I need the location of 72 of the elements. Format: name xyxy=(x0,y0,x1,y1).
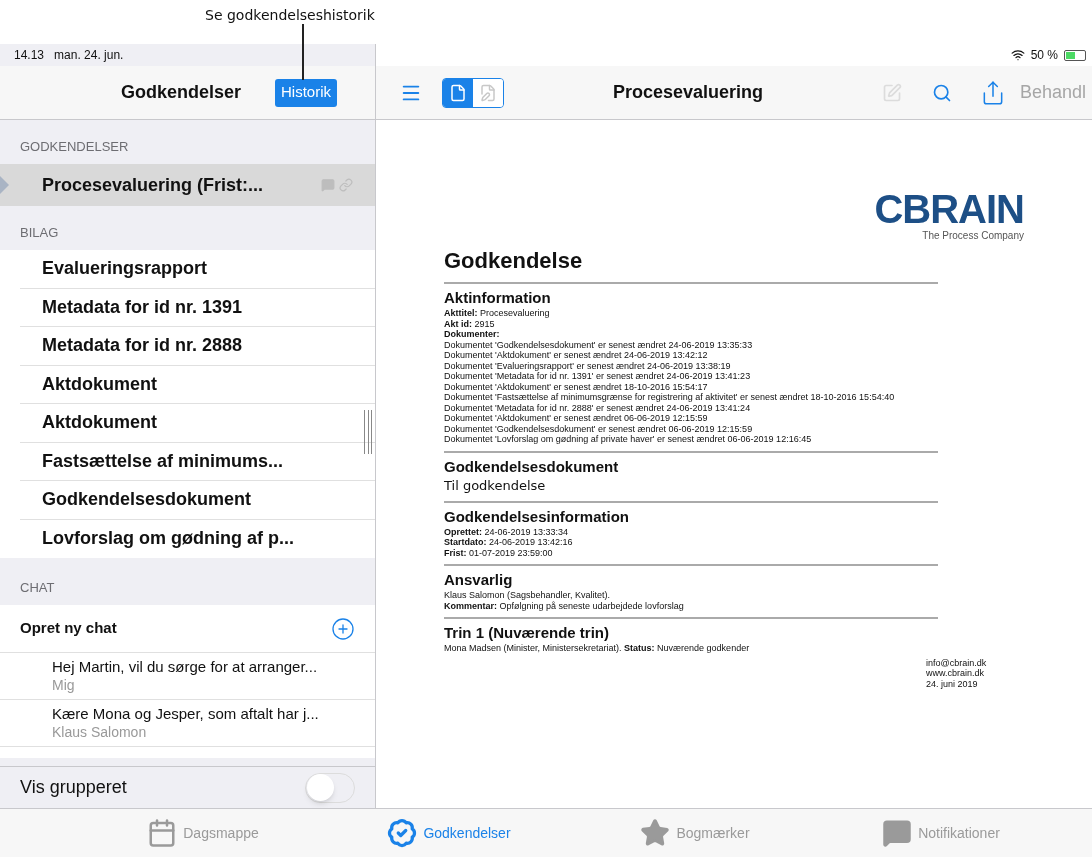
document-line: Oprettet: 24-06-2019 13:33:34 xyxy=(444,526,570,537)
document-line: Dokumentet 'Metadata for id nr. 2888' er senest ændret 24-06-2019 13:41:24 xyxy=(444,402,752,413)
attachment-item[interactable]: Aktdokument xyxy=(20,404,375,443)
search-icon[interactable] xyxy=(931,82,952,103)
chat-item[interactable]: Kære Mona og Jesper, som aftalt har j... Klaus Salomon xyxy=(0,700,375,747)
document-line: Frist: 01-07-2019 23:59:00 xyxy=(444,547,554,558)
section-heading: Godkendelsesdokument xyxy=(444,456,620,477)
document-line: Kommentar: Opfølgning på seneste udarbejdede lovforslag xyxy=(444,600,685,611)
link-icon xyxy=(339,178,353,192)
section-header: CHAT xyxy=(20,578,55,597)
chat-item[interactable]: Hej Martin, vil du sørge for at arranger... Mig xyxy=(0,653,375,700)
group-toggle-label: Vis grupperet xyxy=(20,776,127,799)
document-line: Mona Madsen (Minister, Ministersekretariat). Status: Nuværende godkender xyxy=(444,643,751,654)
new-chat-label: Opret ny chat xyxy=(20,618,117,639)
document-line: Akttitel: Procesevaluering xyxy=(444,308,551,319)
contact-line: info@cbrain.dk xyxy=(926,657,988,668)
contact-line: 24. juni 2019 xyxy=(926,678,979,689)
attachment-item[interactable]: Metadata for id nr. 2888 xyxy=(20,327,375,366)
document-line: Dokumentet 'Godkendelsesdokument' er senest ændret 06-06-2019 12:15:59 xyxy=(444,423,754,434)
view-toggle[interactable] xyxy=(473,78,503,107)
document-line: Dokumentet 'Godkendelsesdokument' er senest ændret 24-06-2019 13:35:33 xyxy=(444,339,754,350)
section-heading: Trin 1 (Nuværende trin) xyxy=(444,623,611,643)
wifi-icon xyxy=(1010,48,1025,62)
document-line: Dokumenter: xyxy=(444,329,501,340)
sidebar-title: Godkendelser xyxy=(121,81,242,104)
section-heading: Ansvarlig xyxy=(444,570,514,590)
view-toggle[interactable] xyxy=(443,78,473,107)
add-icon[interactable] xyxy=(331,616,355,641)
status-date: man. 24. jun. xyxy=(54,47,124,64)
document-heading: Godkendelse xyxy=(444,247,583,275)
attachment-item[interactable]: Aktdokument xyxy=(20,365,375,404)
attachment-item[interactable]: Godkendelsesdokument xyxy=(20,481,375,520)
attachment-item[interactable]: Lovforslag om gødning af p... xyxy=(20,519,375,558)
section-header: GODKENDELSER xyxy=(20,137,129,156)
document-line: Dokumentet 'Evalueringsrapport' er senest ændret 24-06-2019 13:38:19 xyxy=(444,360,732,371)
resize-handle[interactable] xyxy=(364,410,372,454)
contact-line: www.cbrain.dk xyxy=(926,668,986,679)
callout-label: Se godkendelseshistorik xyxy=(205,6,375,25)
attachment-item[interactable]: Metadata for id nr. 1391 xyxy=(20,288,375,327)
document-line: Startdato: 24-06-2019 13:42:16 xyxy=(444,537,574,548)
toggle-switch[interactable] xyxy=(305,772,355,803)
document-pen-icon xyxy=(479,83,497,102)
document-line: Dokumentet 'Metadata for id nr. 1391' er senest ændret 24-06-2019 13:41:23 xyxy=(444,371,752,382)
document-icon xyxy=(449,83,467,102)
battery-level: 50 % xyxy=(1030,47,1058,64)
callout-line xyxy=(302,24,304,80)
speech-bubble-icon xyxy=(882,818,913,848)
section-heading: Godkendelsesinformation xyxy=(444,506,631,527)
section-heading: Aktinformation xyxy=(444,288,552,308)
comment-icon xyxy=(321,178,335,192)
document-title: Procesevaluering xyxy=(613,81,764,104)
document-line: Dokumentet 'Aktdokument' er senest ændret 24-06-2019 13:42:12 xyxy=(444,350,709,361)
attachment-item[interactable]: Evalueringsrapport xyxy=(20,250,375,289)
document-line: Til godkendelse xyxy=(444,476,547,495)
document-line: Dokumentet 'Fastsættelse af minimumsgrænse for registrering af aktivitet' er senest ændret 18-10-2016 15:54:40 xyxy=(444,392,896,403)
attachment-item[interactable]: Fastsættelse af minimums... xyxy=(20,442,375,481)
document-line: Akt id: 2915 xyxy=(444,318,496,329)
battery-icon xyxy=(1064,49,1086,61)
history-button[interactable]: Historik xyxy=(275,78,337,107)
selection-marker-icon xyxy=(0,176,9,194)
approval-item[interactable]: Procesevaluering (Frist:... xyxy=(0,164,375,206)
document-line: Klaus Salomon (Sagsbehandler, Kvalitet). xyxy=(444,590,612,601)
badge-check-icon xyxy=(387,818,418,848)
document-line: Dokumentet 'Aktdokument' er senest ændret 18-10-2016 15:54:17 xyxy=(444,381,709,392)
company-logo: CBRAIN The Process Company xyxy=(874,190,1024,243)
document-line: Dokumentet 'Aktdokument' er senest ændret 06-06-2019 12:15:59 xyxy=(444,413,709,424)
calendar-icon xyxy=(147,818,178,848)
status-time: 14.13 xyxy=(14,47,45,64)
section-header: BILAG xyxy=(20,223,59,242)
tab-bar-item[interactable]: Godkendelser xyxy=(326,818,572,848)
star-icon xyxy=(640,818,671,848)
document-line: Dokumentet 'Lovforslag om gødning af private haver' er senest ændret 06-06-2019 12:16:45 xyxy=(444,434,813,445)
